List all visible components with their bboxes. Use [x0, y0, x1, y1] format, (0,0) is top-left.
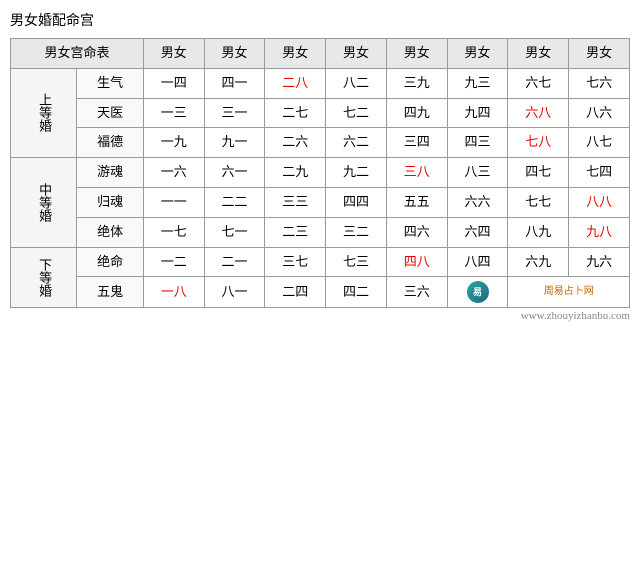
cell: 八三 — [447, 158, 508, 188]
cell: 三八 — [386, 158, 447, 188]
cell: 一七 — [143, 217, 204, 247]
table-row: 中等婚 游魂 一六 六一 二九 九二 三八 八三 四七 七四 — [11, 158, 630, 188]
cell: 四六 — [386, 217, 447, 247]
cell: 四七 — [508, 158, 569, 188]
bottom-bar: www.zhouyizhanbu.com — [10, 310, 630, 322]
cell: 三六 — [386, 277, 447, 308]
main-table: 男女宫命表 男女 男女 男女 男女 男女 男女 男女 男女 上等婚 生气 一四 … — [10, 38, 630, 308]
cell: 一一 — [143, 187, 204, 217]
table-row: 五鬼 一八 八一 二四 四二 三六 易 周易占卜网 — [11, 277, 630, 308]
header-col-8: 男女 — [569, 39, 630, 69]
cell: 六九 — [508, 247, 569, 277]
cell: 三三 — [265, 187, 326, 217]
header-col-7: 男女 — [508, 39, 569, 69]
row-label: 福德 — [77, 128, 143, 158]
cell: 四八 — [386, 247, 447, 277]
cell: 八一 — [204, 277, 265, 308]
table-row: 下等婚 绝命 一二 二一 三七 七三 四八 八四 六九 九六 — [11, 247, 630, 277]
header-col-2: 男女 — [204, 39, 265, 69]
cell: 二四 — [265, 277, 326, 308]
cell: 四一 — [204, 68, 265, 98]
cell: 四四 — [326, 187, 387, 217]
cell: 七六 — [569, 68, 630, 98]
category-upper: 上等婚 — [11, 68, 77, 157]
row-label: 天医 — [77, 98, 143, 128]
cell: 七七 — [508, 187, 569, 217]
cell: 九四 — [447, 98, 508, 128]
cell: 二七 — [265, 98, 326, 128]
cell: 六七 — [508, 68, 569, 98]
cell: 一八 — [143, 277, 204, 308]
cell: 二九 — [265, 158, 326, 188]
cell: 九一 — [204, 128, 265, 158]
cell: 二三 — [265, 217, 326, 247]
cell: 四三 — [447, 128, 508, 158]
header-col-5: 男女 — [386, 39, 447, 69]
cell: 二六 — [265, 128, 326, 158]
header-col-3: 男女 — [265, 39, 326, 69]
cell: 七一 — [204, 217, 265, 247]
cell: 八四 — [447, 247, 508, 277]
cell: 三一 — [204, 98, 265, 128]
table-row: 福德 一九 九一 二六 六二 三四 四三 七八 八七 — [11, 128, 630, 158]
cell: 二八 — [265, 68, 326, 98]
cell: 八六 — [569, 98, 630, 128]
watermark-logo: 易 — [467, 281, 489, 303]
cell: 一六 — [143, 158, 204, 188]
table-row: 上等婚 生气 一四 四一 二八 八二 三九 九三 六七 七六 — [11, 68, 630, 98]
cell: 六二 — [326, 128, 387, 158]
header-label: 男女宫命表 — [11, 39, 144, 69]
row-label: 绝命 — [77, 247, 143, 277]
table-row: 绝体 一七 七一 二三 三二 四六 六四 八九 九八 — [11, 217, 630, 247]
site-url: www.zhouyizhanbu.com — [521, 310, 630, 322]
header-col-1: 男女 — [143, 39, 204, 69]
cell: 八八 — [569, 187, 630, 217]
cell: 二一 — [204, 247, 265, 277]
cell: 六一 — [204, 158, 265, 188]
cell: 三七 — [265, 247, 326, 277]
cell: 一九 — [143, 128, 204, 158]
cell: 一二 — [143, 247, 204, 277]
row-label: 绝体 — [77, 217, 143, 247]
cell: 九二 — [326, 158, 387, 188]
row-label: 生气 — [77, 68, 143, 98]
row-label: 归魂 — [77, 187, 143, 217]
cell: 三二 — [326, 217, 387, 247]
logo-circle-icon: 易 — [467, 281, 489, 303]
cell: 三四 — [386, 128, 447, 158]
cell: 六四 — [447, 217, 508, 247]
site-name: 周易占卜网 — [544, 286, 594, 297]
cell: 六六 — [447, 187, 508, 217]
cell: 易 — [447, 277, 508, 308]
cell: 九八 — [569, 217, 630, 247]
category-lower: 下等婚 — [11, 247, 77, 308]
header-col-6: 男女 — [447, 39, 508, 69]
row-label: 游魂 — [77, 158, 143, 188]
cell: 一三 — [143, 98, 204, 128]
cell: 六八 — [508, 98, 569, 128]
table-header-row: 男女宫命表 男女 男女 男女 男女 男女 男女 男女 男女 — [11, 39, 630, 69]
table-row: 归魂 一一 二二 三三 四四 五五 六六 七七 八八 — [11, 187, 630, 217]
cell: 五五 — [386, 187, 447, 217]
cell: 八二 — [326, 68, 387, 98]
cell: 九六 — [569, 247, 630, 277]
cell: 八九 — [508, 217, 569, 247]
table-row: 天医 一三 三一 二七 七二 四九 九四 六八 八六 — [11, 98, 630, 128]
cell: 九三 — [447, 68, 508, 98]
cell: 七二 — [326, 98, 387, 128]
cell: 七八 — [508, 128, 569, 158]
watermark-text-cell: 周易占卜网 — [508, 277, 630, 308]
cell: 四二 — [326, 277, 387, 308]
page-title: 男女婚配命宫 — [10, 10, 630, 30]
cell: 一四 — [143, 68, 204, 98]
header-col-4: 男女 — [326, 39, 387, 69]
cell: 四九 — [386, 98, 447, 128]
cell: 二二 — [204, 187, 265, 217]
cell: 八七 — [569, 128, 630, 158]
cell: 七四 — [569, 158, 630, 188]
row-label: 五鬼 — [77, 277, 143, 308]
category-middle: 中等婚 — [11, 158, 77, 247]
cell: 三九 — [386, 68, 447, 98]
cell: 七三 — [326, 247, 387, 277]
